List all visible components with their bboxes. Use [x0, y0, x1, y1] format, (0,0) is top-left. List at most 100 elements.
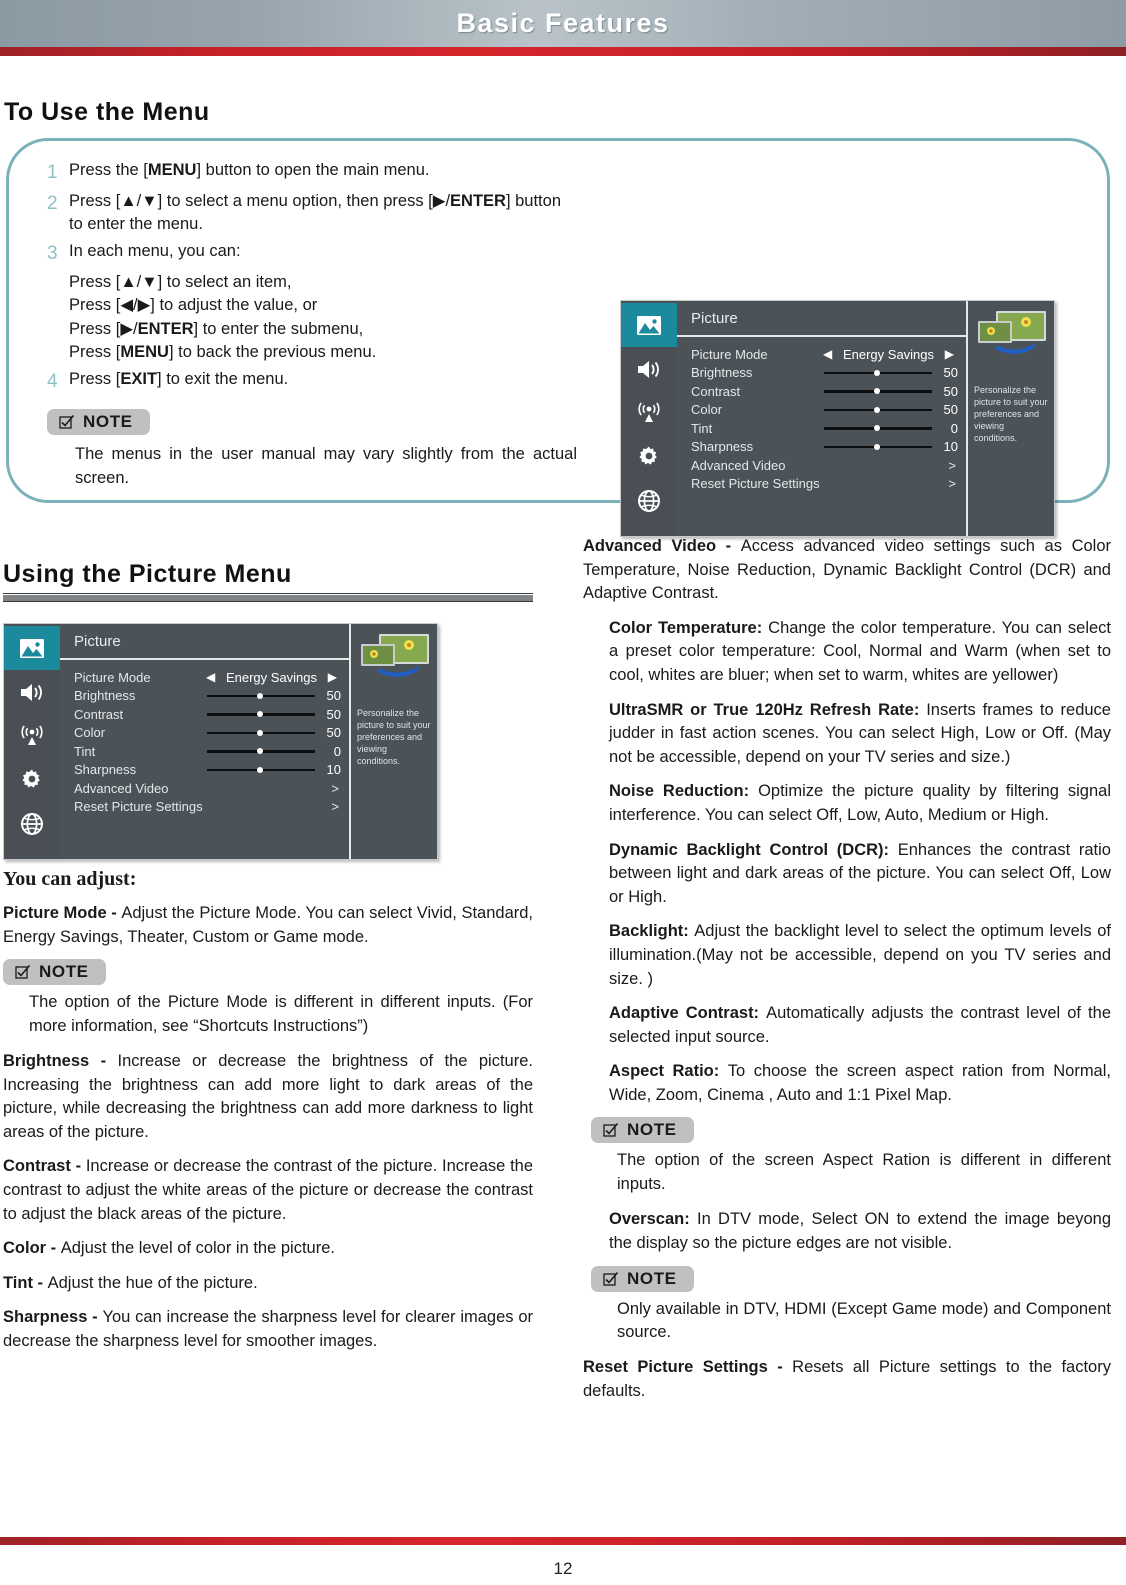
term-color: Color - — [3, 1239, 61, 1258]
chevron-right-icon: > — [331, 780, 339, 796]
osd-row-reset-picture-settings[interactable]: Reset Picture Settings > — [74, 798, 349, 817]
chevron-right-icon[interactable]: ▶ — [945, 347, 966, 361]
chevron-left-icon[interactable]: ◀ — [206, 670, 215, 684]
note-label: NOTE — [627, 1120, 677, 1140]
term-backlight: Backlight: — [609, 922, 695, 941]
osd-sidebar-item-network[interactable] — [4, 802, 60, 846]
osd-row-sharpness[interactable]: Sharpness 10 — [691, 438, 966, 457]
tv-preview-thumbnail — [974, 309, 1050, 357]
step-number: 4 — [47, 370, 58, 392]
term-brightness: Brightness - — [3, 1052, 118, 1071]
paragraph-picture-mode: Picture Mode - Adjust the Picture Mode. … — [3, 902, 533, 949]
osd-slider[interactable] — [823, 423, 932, 433]
step-text: Press the [MENU] button to open the main… — [69, 161, 430, 179]
volume-icon — [636, 359, 662, 380]
osd-row-label: Reset Picture Settings — [74, 799, 203, 815]
osd-sidebar-item-picture[interactable] — [621, 303, 677, 347]
chevron-right-icon[interactable]: ▶ — [328, 670, 349, 684]
osd-row-picture-mode[interactable]: Picture Mode ◀ Energy Savings ▶ — [691, 345, 966, 364]
term-contrast: Contrast - — [3, 1157, 86, 1176]
note-block-picture-mode: NOTE The option of the Picture Mode is d… — [3, 959, 533, 1039]
osd-row-contrast[interactable]: Contrast 50 — [691, 382, 966, 401]
osd-sidebar-item-network[interactable] — [621, 479, 677, 523]
osd-row-label: Picture Mode — [74, 669, 151, 685]
osd-row-value: 0 — [333, 743, 341, 759]
osd-help-text: Personalize the picture to suit your pre… — [357, 708, 431, 766]
term-ultrasmr: UltraSMR or True 120Hz Refresh Rate: — [609, 700, 927, 719]
paragraph-reset-picture-settings: Reset Picture Settings - Resets all Pict… — [583, 1356, 1111, 1403]
osd-row-value: 50 — [943, 402, 958, 418]
osd-slider[interactable] — [206, 728, 315, 738]
step-item: 1 Press the [MENU] button to open the ma… — [47, 159, 577, 187]
step-text: Press [EXIT] to exit the menu. — [69, 369, 289, 388]
osd-help-text: Personalize the picture to suit your pre… — [974, 385, 1048, 443]
osd-sidebar-item-channel[interactable] — [621, 391, 677, 435]
gear-icon — [637, 445, 661, 469]
osd-help-panel: Personalize the picture to suit your pre… — [966, 301, 1054, 536]
body-color: Adjust the level of color in the picture… — [60, 1239, 335, 1258]
paragraph-advanced-video: Advanced Video - Access advanced video s… — [583, 535, 1111, 606]
osd-row-value: Energy Savings — [842, 346, 935, 362]
osd-row-picture-mode[interactable]: Picture Mode ◀ Energy Savings ▶ — [74, 668, 349, 687]
term-tint: Tint - — [3, 1273, 48, 1292]
osd-slider[interactable] — [823, 386, 932, 396]
osd-row-brightness[interactable]: Brightness 50 — [74, 687, 349, 706]
checkmark-box-icon — [15, 964, 31, 980]
osd-row-label: Picture Mode — [691, 346, 768, 362]
paragraph-color-temperature: Color Temperature: Change the color temp… — [609, 617, 1111, 688]
term-dcr: Dynamic Backlight Control (DCR): — [609, 840, 898, 859]
paragraph-adaptive-contrast: Adaptive Contrast: Automatically adjusts… — [609, 1002, 1111, 1049]
antenna-icon — [635, 402, 663, 424]
osd-slider[interactable] — [823, 368, 932, 378]
note-text: The option of the Picture Mode is differ… — [29, 993, 533, 1036]
osd-row-tint[interactable]: Tint 0 — [691, 419, 966, 438]
step-number: 2 — [47, 192, 58, 214]
osd-slider[interactable] — [206, 691, 315, 701]
osd-row-value: 50 — [943, 383, 958, 399]
osd-slider[interactable] — [823, 442, 932, 452]
osd-slider[interactable] — [823, 405, 932, 415]
osd-row-color[interactable]: Color 50 — [74, 724, 349, 743]
osd-row-brightness[interactable]: Brightness 50 — [691, 364, 966, 383]
osd-row-sharpness[interactable]: Sharpness 10 — [74, 761, 349, 780]
osd-slider[interactable] — [206, 765, 315, 775]
osd-row-contrast[interactable]: Contrast 50 — [74, 705, 349, 724]
you-can-adjust-heading: You can adjust: — [3, 868, 137, 890]
chevron-left-icon[interactable]: ◀ — [823, 347, 832, 361]
osd-sidebar-item-settings[interactable] — [4, 758, 60, 802]
note-block-overscan: NOTE Only available in DTV, HDMI (Except… — [591, 1265, 1111, 1346]
osd-row-reset-picture-settings[interactable]: Reset Picture Settings > — [691, 475, 966, 494]
osd-row-color[interactable]: Color 50 — [691, 401, 966, 420]
volume-icon — [19, 682, 45, 703]
step-subline: Press [▶/ENTER] to enter the submenu, — [69, 319, 364, 338]
osd-row-label: Color — [691, 402, 723, 418]
osd-row-advanced-video[interactable]: Advanced Video > — [691, 456, 966, 475]
osd-slider[interactable] — [206, 709, 315, 719]
osd-row-label: Advanced Video — [691, 457, 786, 473]
paragraph-overscan: Overscan: In DTV mode, Select ON to exte… — [609, 1208, 1111, 1255]
osd-main-panel: Picture Picture Mode ◀ Energy Savings ▶ … — [677, 301, 966, 536]
osd-sidebar-item-audio[interactable] — [621, 347, 677, 391]
osd-row-tint[interactable]: Tint 0 — [74, 742, 349, 761]
steps-list: 1 Press the [MENU] button to open the ma… — [47, 159, 577, 491]
term-aspect-ratio: Aspect Ratio: — [609, 1062, 728, 1081]
term-advanced-video: Advanced Video - — [583, 537, 741, 555]
osd-sidebar — [621, 301, 677, 536]
left-column-body: You can adjust: Picture Mode - Adjust th… — [3, 868, 533, 1354]
osd-row-label: Contrast — [691, 383, 741, 399]
step-item: 2 Press [▲/▼] to select a menu option, t… — [47, 190, 577, 238]
osd-sidebar-item-picture[interactable] — [4, 626, 60, 670]
header-divider-rule — [0, 47, 1126, 56]
osd-row-advanced-video[interactable]: Advanced Video > — [74, 779, 349, 798]
osd-sidebar-item-audio[interactable] — [4, 670, 60, 714]
osd-row-label: Brightness — [691, 365, 753, 381]
checkmark-box-icon — [603, 1271, 619, 1287]
osd-slider[interactable] — [206, 746, 315, 756]
paragraph-color: Color - Adjust the level of color in the… — [3, 1237, 533, 1261]
osd-sidebar-item-settings[interactable] — [621, 435, 677, 479]
osd-sidebar-item-channel[interactable] — [4, 714, 60, 758]
step-text: In each menu, you can: — [69, 242, 241, 261]
osd-panel-title: Picture — [60, 624, 349, 660]
osd-row-label: Sharpness — [691, 439, 754, 455]
note-text: Only available in DTV, HDMI (Except Game… — [617, 1299, 1111, 1342]
